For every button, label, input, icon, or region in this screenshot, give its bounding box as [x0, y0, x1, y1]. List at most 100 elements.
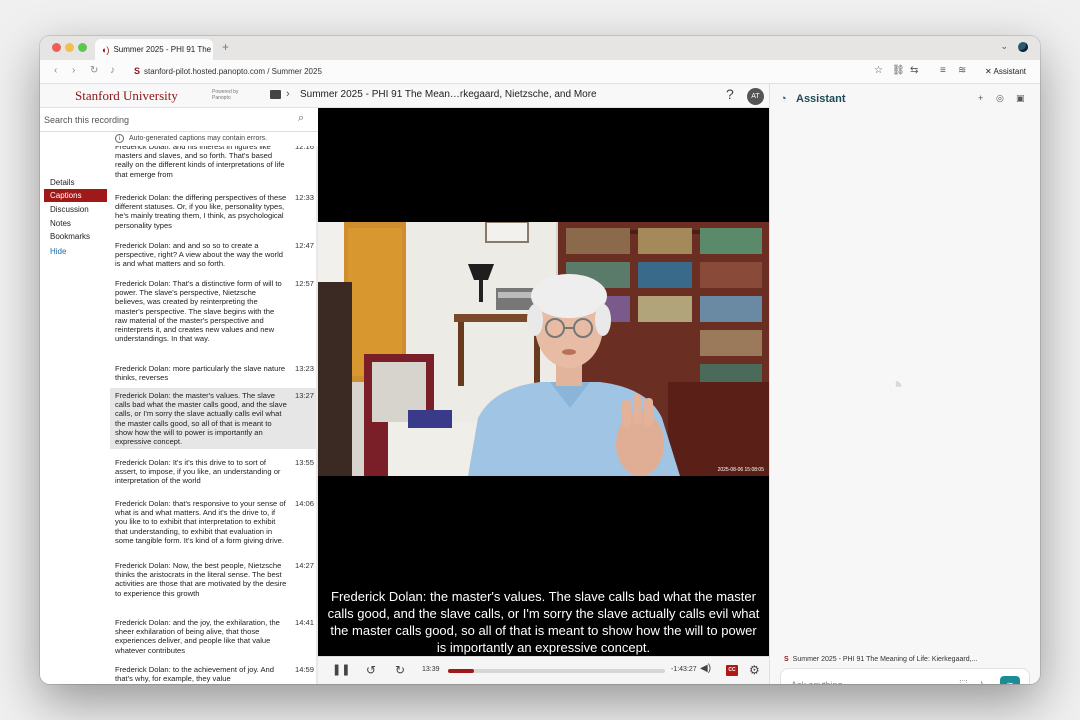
- browser-tab[interactable]: ◖) Summer 2025 - PHI 91 The: [95, 39, 213, 60]
- caption-time: 14:59: [294, 665, 314, 674]
- viewer-header: Stanford University Powered by Panopto ›…: [40, 84, 769, 108]
- new-chat-plus-icon[interactable]: +: [978, 93, 983, 103]
- caption-text: Frederick Dolan: the differing perspecti…: [115, 193, 287, 230]
- side-navigation: Details Captions Discussion Notes Bookma…: [40, 132, 110, 684]
- minimize-window-button[interactable]: [65, 43, 74, 52]
- profile-icon[interactable]: [1018, 42, 1028, 52]
- volume-icon[interactable]: ◀): [700, 663, 711, 674]
- caption-text: Frederick Dolan: It's it's this drive to…: [115, 458, 281, 486]
- nav-item-discussion[interactable]: Discussion: [44, 203, 107, 216]
- caption-time: 14:06: [294, 499, 314, 508]
- rewind-10-icon[interactable]: ↺: [366, 663, 376, 677]
- caption-item[interactable]: Frederick Dolan: the differing perspecti…: [110, 193, 318, 230]
- captions-notice-text: Auto-generated captions may contain erro…: [129, 135, 268, 142]
- caption-item[interactable]: Frederick Dolan: and and so so to create…: [110, 241, 318, 269]
- microphone-icon[interactable]: ♪: [110, 65, 115, 76]
- caption-time: 13:55: [294, 458, 314, 467]
- powered-by-panopto: Powered by Panopto: [212, 89, 238, 101]
- assistant-logo-icon: ◔: [780, 93, 787, 105]
- progress-bar[interactable]: [448, 669, 665, 673]
- assistant-toggle-button[interactable]: ✕ Assistant: [985, 67, 1026, 76]
- caption-item[interactable]: Frederick Dolan: more particularly the s…: [110, 364, 318, 382]
- hide-panel-link[interactable]: Hide: [44, 245, 107, 258]
- caption-text: Frederick Dolan: the master's values. Th…: [115, 391, 287, 447]
- link-icon[interactable]: ⛓: [892, 65, 905, 76]
- user-avatar[interactable]: AT: [747, 88, 764, 105]
- assistant-toggle-label: Assistant: [993, 67, 1026, 76]
- assistant-context-text: Summer 2025 - PHI 91 The Meaning of Life…: [792, 656, 978, 663]
- caption-time: 14:41: [294, 618, 314, 627]
- video-subtitle: Frederick Dolan: the master's values. Th…: [327, 589, 760, 655]
- search-bar: ⌕: [40, 108, 318, 132]
- caption-text: Frederick Dolan: and and so so to create…: [115, 241, 283, 269]
- caption-time: 13:23: [294, 364, 314, 373]
- caption-item-active[interactable]: Frederick Dolan: the master's values. Th…: [110, 388, 318, 450]
- caption-item[interactable]: Frederick Dolan: Now, the best people, N…: [110, 561, 318, 598]
- menu-icon[interactable]: ≡: [940, 65, 946, 76]
- reload-icon[interactable]: ↻: [90, 65, 98, 76]
- bookmark-star-icon[interactable]: ☆: [874, 65, 883, 76]
- chevron-down-icon[interactable]: ⌄: [1000, 41, 1008, 52]
- captions-list: i Auto-generated captions may contain err…: [110, 132, 318, 684]
- info-icon: i: [115, 134, 124, 143]
- nav-item-bookmarks[interactable]: Bookmarks: [44, 230, 107, 243]
- assistant-chat-input[interactable]: [791, 678, 951, 684]
- assistant-input-box: ⬚ ♪ ≋: [780, 668, 1030, 684]
- assistant-header: ◔ Assistant + ◎ ▣: [770, 84, 1040, 114]
- stanford-logo[interactable]: Stanford University: [75, 88, 178, 104]
- session-title: Summer 2025 - PHI 91 The Mean…rkegaard, …: [300, 89, 597, 100]
- caption-time: 14:27: [294, 561, 314, 570]
- caption-item[interactable]: Frederick Dolan: It's it's this drive to…: [110, 458, 318, 486]
- screenshot-icon[interactable]: ⬚: [959, 678, 968, 684]
- microphone-icon[interactable]: ♪: [979, 678, 984, 684]
- search-icon[interactable]: ⌕: [298, 112, 304, 125]
- caption-item[interactable]: Frederick Dolan: to the achievement of j…: [110, 665, 318, 683]
- caption-text: Frederick Dolan: that's responsive to yo…: [115, 499, 286, 545]
- voice-mode-button[interactable]: ≋: [1000, 676, 1020, 684]
- back-icon[interactable]: ‹: [54, 65, 57, 76]
- caption-time: 13:27: [294, 391, 314, 400]
- captions-notice: i Auto-generated captions may contain err…: [110, 132, 318, 146]
- caption-text: Frederick Dolan: That's a distinctive fo…: [115, 279, 282, 344]
- caption-text: Frederick Dolan: and the joy, the exhila…: [115, 618, 280, 655]
- new-tab-button[interactable]: +: [222, 40, 229, 54]
- url-text: stanford-pilot.hosted.panopto.com / Summ…: [144, 66, 322, 76]
- maximize-window-button[interactable]: [78, 43, 87, 52]
- url-field[interactable]: S stanford-pilot.hosted.panopto.com / Su…: [134, 66, 322, 76]
- caption-time: 12:33: [294, 193, 314, 202]
- assistant-context-chip[interactable]: S Summer 2025 - PHI 91 The Meaning of Lif…: [784, 656, 977, 663]
- close-window-button[interactable]: [52, 43, 61, 52]
- caption-item[interactable]: Frederick Dolan: That's a distinctive fo…: [110, 279, 318, 343]
- help-button[interactable]: ?: [726, 86, 734, 102]
- remaining-time: -1:43:27: [671, 666, 697, 673]
- title-bar: ◖) Summer 2025 - PHI 91 The + ⌄: [40, 36, 1040, 60]
- audio-wave-icon[interactable]: ≋: [958, 65, 966, 76]
- nav-item-notes[interactable]: Notes: [44, 217, 107, 230]
- assistant-panel: ◔ Assistant + ◎ ▣ ◔ S Summer 2025 - PHI 9…: [769, 84, 1040, 684]
- translate-icon[interactable]: ⇆: [910, 65, 918, 76]
- audio-icon: ◖): [101, 44, 110, 55]
- caption-item[interactable]: Frederick Dolan: that's responsive to yo…: [110, 499, 318, 545]
- caption-item[interactable]: Frederick Dolan: and the joy, the exhila…: [110, 618, 318, 655]
- settings-gear-icon[interactable]: ⚙: [749, 663, 760, 677]
- forward-10-icon[interactable]: ↻: [395, 663, 405, 677]
- folder-icon[interactable]: [270, 90, 281, 99]
- stanford-favicon-icon: S: [784, 656, 789, 663]
- current-time: 13:39: [422, 666, 440, 673]
- video-player[interactable]: 2025-08-06 15:08:05 Frederick Dolan: the…: [318, 108, 769, 656]
- assistant-title: Assistant: [796, 93, 846, 105]
- forward-icon[interactable]: ›: [72, 65, 75, 76]
- search-input[interactable]: [44, 111, 294, 129]
- pause-icon[interactable]: ❚❚: [332, 663, 350, 676]
- speaker-video-illustration: [318, 222, 769, 476]
- caption-item[interactable]: Frederick Dolan: and his interest in fig…: [110, 142, 318, 179]
- video-frame: 2025-08-06 15:08:05: [318, 222, 769, 476]
- nav-item-captions[interactable]: Captions: [44, 189, 107, 202]
- caption-time: 12:57: [294, 279, 314, 288]
- assistant-window-icon[interactable]: ▣: [1016, 93, 1025, 104]
- closed-captions-button[interactable]: CC: [726, 665, 738, 676]
- stanford-favicon-icon: S: [134, 66, 141, 76]
- progress-fill: [448, 669, 475, 673]
- assistant-history-icon[interactable]: ◎: [996, 93, 1004, 104]
- nav-item-details[interactable]: Details: [44, 176, 107, 189]
